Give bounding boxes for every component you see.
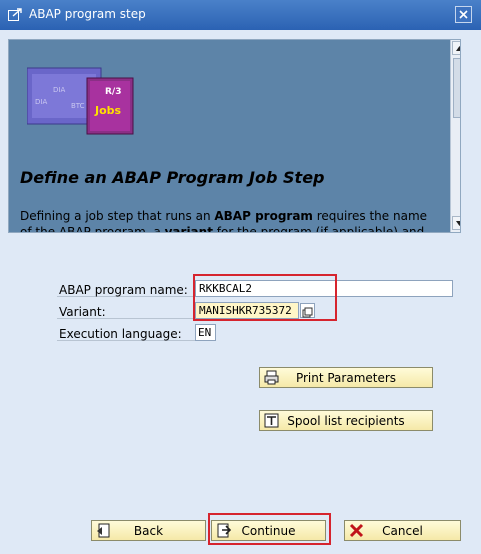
window-icon [8, 8, 22, 21]
scroll-down-button[interactable] [452, 216, 460, 230]
print-parameters-button[interactable]: Print Parameters [259, 367, 433, 388]
execution-language-input[interactable]: EN [195, 324, 216, 341]
back-button[interactable]: Back [91, 520, 206, 541]
close-icon [459, 10, 468, 19]
title-bar: ABAP program step [0, 0, 481, 30]
svg-text:BTC: BTC [71, 102, 85, 110]
desc-part-2: ABAP program [214, 209, 313, 223]
spool-list-recipients-button[interactable]: Spool list recipients [259, 410, 433, 431]
program-name-label: ABAP program name: [59, 283, 188, 297]
svg-text:DIA: DIA [35, 98, 47, 106]
info-scrollbar[interactable] [450, 40, 460, 232]
arrow-down-icon [455, 220, 460, 226]
close-button[interactable] [455, 6, 472, 23]
desc-part-4: variant [164, 225, 213, 233]
jobs-illustration: DIA DIA BTC R/3 Jobs [27, 67, 134, 135]
continue-highlight-box [208, 513, 331, 545]
variant-label: Variant: [59, 305, 106, 319]
scroll-up-button[interactable] [452, 41, 460, 55]
window-title: ABAP program step [29, 7, 146, 21]
spool-list-recipients-label: Spool list recipients [287, 414, 405, 428]
arrow-up-icon [455, 45, 460, 51]
execution-language-label: Execution language: [59, 327, 182, 341]
info-panel: DIA DIA BTC R/3 Jobs Define an ABAP Prog… [8, 39, 461, 233]
print-parameters-label: Print Parameters [295, 371, 397, 385]
badge-top-text: R/3 [105, 87, 121, 97]
info-description: Defining a job step that runs an ABAP pr… [20, 208, 440, 233]
red-highlight-box [193, 274, 337, 321]
info-heading: Define an ABAP Program Job Step [20, 168, 325, 187]
scroll-thumb[interactable] [453, 58, 460, 118]
badge-bottom-text: Jobs [94, 104, 122, 117]
cancel-label: Cancel [382, 524, 423, 538]
back-label: Back [133, 524, 164, 538]
desc-part-1: Defining a job step that runs an [20, 209, 215, 223]
cancel-button[interactable]: Cancel [344, 520, 461, 541]
svg-text:DIA: DIA [53, 86, 65, 94]
